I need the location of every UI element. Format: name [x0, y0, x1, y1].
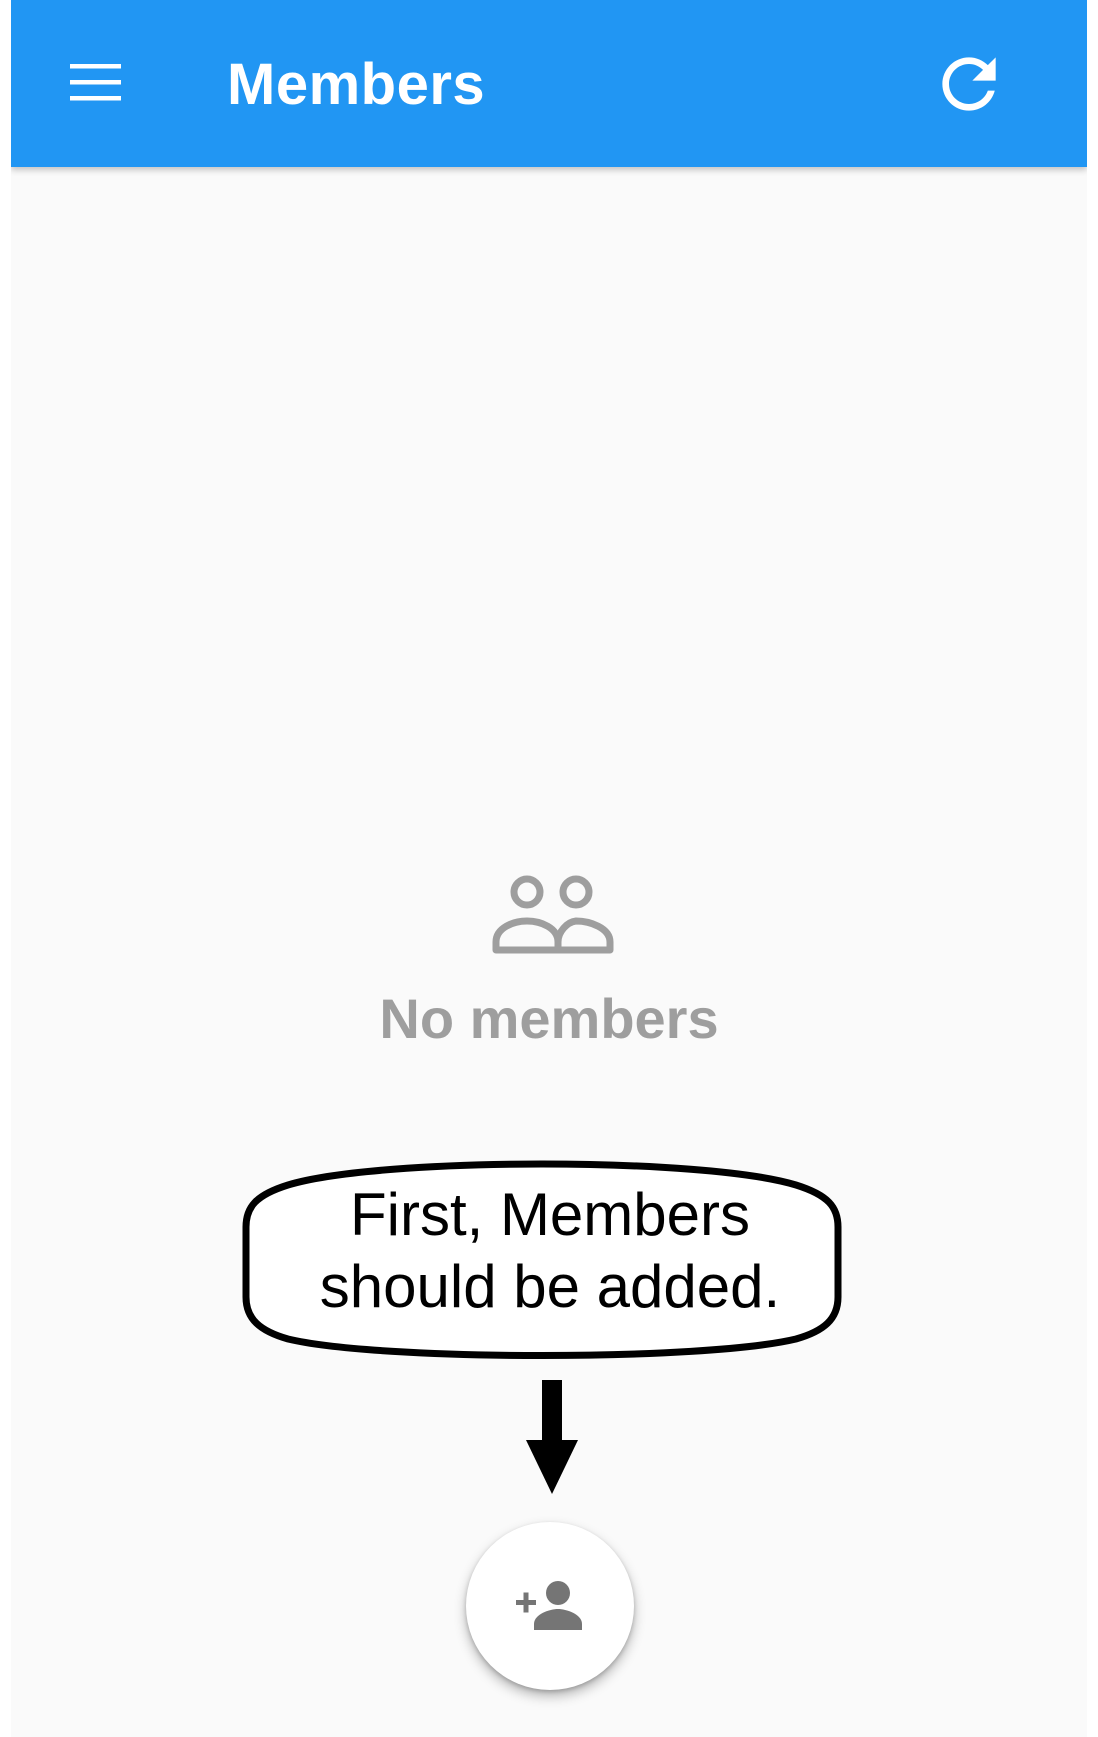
- members-screen: Members No members First, Members should…: [11, 0, 1087, 1737]
- annotation-text: First, Members should be added.: [280, 1179, 820, 1323]
- down-arrow-icon: [522, 1378, 582, 1498]
- app-bar: Members: [11, 0, 1087, 167]
- page-title: Members: [227, 52, 486, 117]
- menu-button[interactable]: [55, 44, 135, 124]
- hamburger-menu-icon: [55, 44, 135, 124]
- refresh-button[interactable]: [929, 44, 1009, 124]
- refresh-icon: [929, 44, 1009, 124]
- people-outline-icon: [491, 872, 615, 958]
- add-member-button[interactable]: [466, 1522, 634, 1690]
- person-add-icon: [514, 1578, 586, 1634]
- empty-state-message: No members: [379, 987, 719, 1050]
- annotation-text-line-2: should be added.: [319, 1253, 781, 1320]
- annotation-callout: First, Members should be added.: [240, 1145, 844, 1365]
- annotation-text-line-1: First, Members: [349, 1181, 751, 1248]
